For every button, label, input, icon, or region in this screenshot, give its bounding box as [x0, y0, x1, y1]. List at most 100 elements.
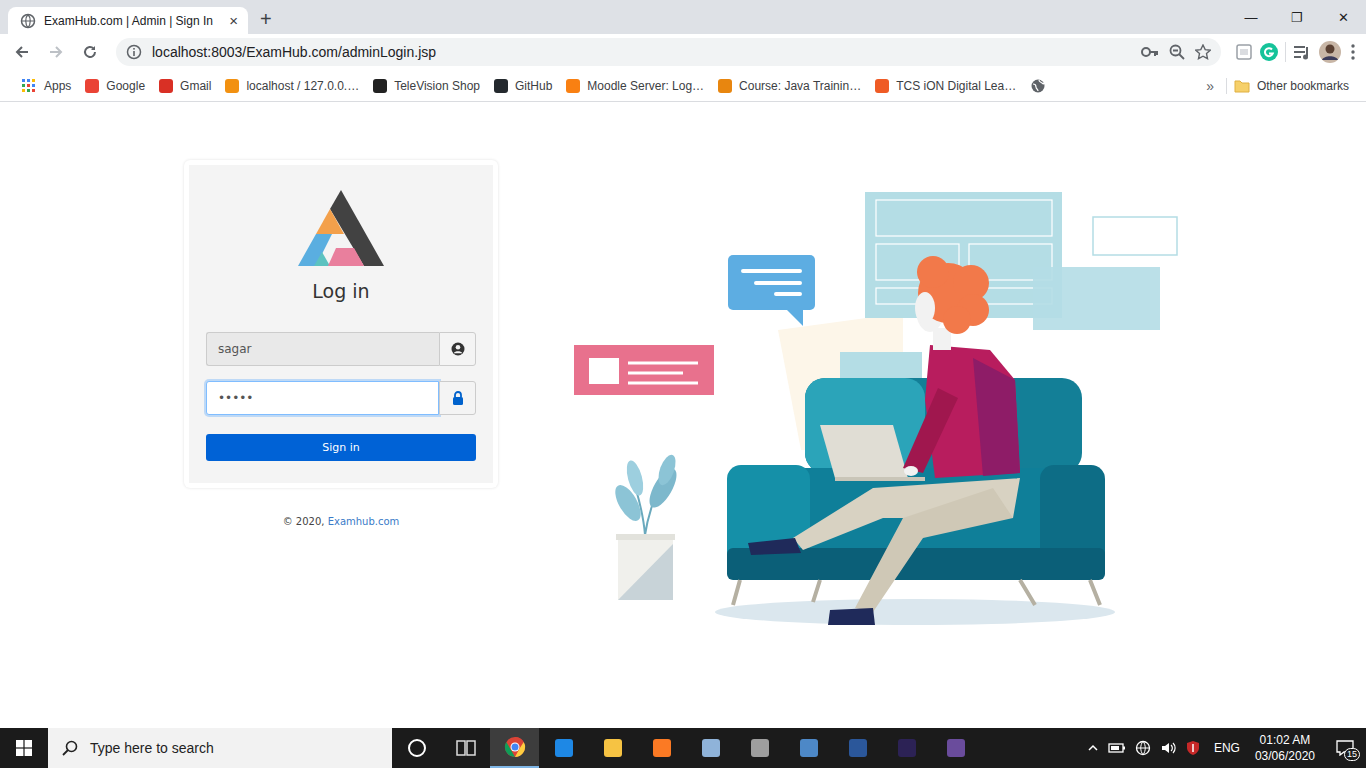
separator — [1226, 78, 1227, 94]
other-bookmarks[interactable]: Other bookmarks — [1227, 79, 1356, 93]
info-icon[interactable] — [126, 44, 142, 60]
taskbar-search[interactable]: Type here to search — [48, 728, 392, 768]
action-center-button[interactable]: 15 — [1330, 733, 1360, 763]
reload-icon — [82, 44, 98, 60]
footer: © 2020, Examhub.com — [283, 516, 400, 527]
extension-icon[interactable] — [1235, 43, 1253, 61]
password-field — [206, 381, 476, 415]
taskbar-app[interactable] — [686, 728, 735, 768]
bookmark-label: Google — [106, 79, 145, 93]
taskbar-app[interactable] — [931, 728, 980, 768]
battery-icon[interactable] — [1108, 741, 1126, 755]
bookmark[interactable]: localhost / 127.0.0.… — [218, 79, 366, 93]
app-icon — [749, 737, 771, 759]
bookmark-label: Apps — [44, 79, 71, 93]
username-addon — [439, 332, 476, 366]
app-icon — [455, 737, 477, 759]
bookmark[interactable] — [1023, 78, 1053, 94]
taskbar-app[interactable] — [490, 728, 539, 768]
globe-icon — [20, 13, 36, 29]
footer-link[interactable]: Examhub.com — [328, 516, 400, 527]
app-icon — [406, 737, 428, 759]
taskbar-app[interactable] — [441, 728, 490, 768]
forward-button[interactable] — [42, 38, 70, 66]
bookmark[interactable]: Gmail — [152, 79, 218, 93]
key-icon[interactable] — [1141, 44, 1159, 60]
bookmark-label: Course: Java Trainin… — [739, 79, 861, 93]
taskbar-app[interactable] — [784, 728, 833, 768]
bookmark[interactable]: Apps — [14, 78, 78, 94]
bookmark[interactable]: Google — [78, 79, 152, 93]
app-icon — [553, 737, 575, 759]
url-text[interactable]: localhost:8003/ExamHub.com/adminLogin.js… — [152, 44, 1131, 60]
favicon-icon — [85, 79, 99, 93]
taskbar-app[interactable] — [882, 728, 931, 768]
tab-title: ExamHub.com | Admin | Sign In — [44, 14, 221, 28]
close-window-button[interactable]: ✕ — [1320, 0, 1366, 34]
other-bookmarks-label: Other bookmarks — [1257, 79, 1349, 93]
favicon-icon — [373, 79, 387, 93]
network-icon[interactable] — [1135, 740, 1151, 756]
chevron-up-icon[interactable] — [1087, 742, 1099, 754]
favicon-icon — [566, 79, 580, 93]
back-icon — [14, 44, 30, 60]
bookmark[interactable]: Moodle Server: Log… — [559, 79, 711, 93]
taskbar-app[interactable] — [637, 728, 686, 768]
menu-icon[interactable] — [1348, 43, 1358, 61]
toolbar: localhost:8003/ExamHub.com/adminLogin.js… — [0, 34, 1366, 70]
clock-date: 03/06/2020 — [1255, 748, 1315, 764]
minimize-button[interactable]: — — [1228, 0, 1274, 34]
bookmark[interactable]: TeleVision Shop — [366, 79, 487, 93]
language-indicator[interactable]: ENG — [1210, 741, 1240, 755]
favicon-icon — [159, 79, 173, 93]
password-input[interactable] — [206, 381, 439, 415]
address-bar[interactable]: localhost:8003/ExamHub.com/adminLogin.js… — [116, 38, 1221, 66]
bookmark[interactable]: GitHub — [487, 79, 559, 93]
media-queue-icon[interactable] — [1292, 43, 1312, 61]
back-button[interactable] — [8, 38, 36, 66]
copyright-text: © 2020, — [283, 516, 328, 527]
zoom-icon[interactable] — [1169, 44, 1185, 60]
login-card: Log inSign in — [184, 160, 498, 488]
username-field — [206, 332, 476, 366]
password-addon — [439, 381, 476, 415]
bookmark[interactable]: Course: Java Trainin… — [711, 79, 868, 93]
taskbar-app[interactable] — [735, 728, 784, 768]
bookmark-label: TeleVision Shop — [394, 79, 480, 93]
browser-tab[interactable]: ExamHub.com | Admin | Sign In × — [8, 7, 248, 34]
taskbar-app[interactable] — [392, 728, 441, 768]
star-icon[interactable] — [1195, 44, 1211, 60]
profile-avatar-icon[interactable] — [1318, 40, 1342, 64]
lock-icon — [452, 391, 464, 405]
system-tray: ENG 01:02 AM03/06/2020 15 — [1087, 732, 1366, 764]
bookmark-label: Gmail — [180, 79, 211, 93]
reload-button[interactable] — [76, 38, 104, 66]
forward-icon — [48, 44, 64, 60]
favicon-icon — [718, 79, 732, 93]
start-button[interactable] — [0, 728, 48, 768]
sign-in-button[interactable]: Sign in — [206, 434, 476, 461]
bookmark[interactable]: TCS iON Digital Lea… — [868, 79, 1023, 93]
windows-logo-icon — [16, 740, 32, 756]
restore-button[interactable]: ❐ — [1274, 0, 1320, 34]
security-shield-icon[interactable] — [1185, 740, 1201, 756]
volume-icon[interactable] — [1160, 740, 1176, 756]
taskbar: Type here to search ENG 01:02 AM03/06/2020… — [0, 728, 1366, 768]
search-icon — [62, 740, 78, 756]
favicon-icon — [875, 79, 889, 93]
favicon-icon — [494, 79, 508, 93]
taskbar-app[interactable] — [539, 728, 588, 768]
more-bookmarks-button[interactable]: » — [1194, 78, 1226, 94]
new-tab-button[interactable]: + — [260, 8, 272, 31]
taskbar-app[interactable] — [588, 728, 637, 768]
separator — [1285, 42, 1286, 62]
grammarly-icon[interactable] — [1259, 42, 1279, 62]
taskbar-app[interactable] — [833, 728, 882, 768]
app-icon — [504, 736, 526, 758]
tab-close-button[interactable]: × — [229, 12, 238, 29]
clock-time: 01:02 AM — [1260, 732, 1311, 748]
username-input[interactable] — [206, 332, 439, 366]
login-form: Log inSign in — [189, 165, 493, 483]
clock[interactable]: 01:02 AM03/06/2020 — [1249, 732, 1321, 764]
bookmark-label: localhost / 127.0.0.… — [246, 79, 359, 93]
